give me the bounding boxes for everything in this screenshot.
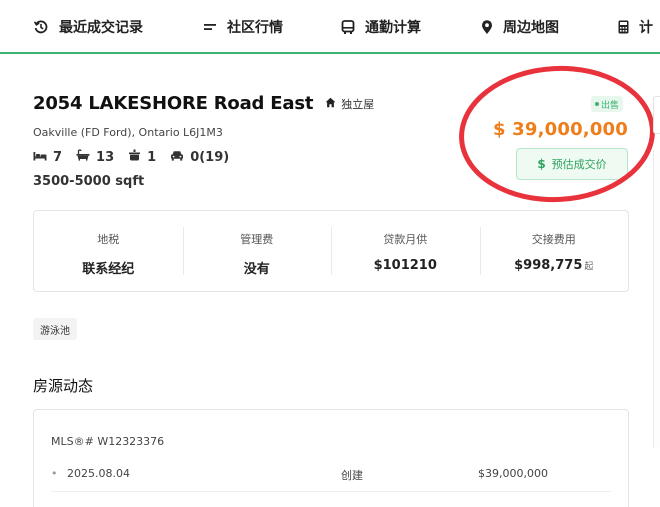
stat-value-suffix: 起 bbox=[584, 262, 594, 272]
stat-mortgage: 贷款月供 $101210 bbox=[331, 211, 480, 291]
stat-value-text: 没有 bbox=[243, 262, 270, 277]
side-panel-tab[interactable] bbox=[653, 96, 660, 134]
property-type-label: 独立屋 bbox=[341, 97, 375, 111]
bed-icon bbox=[33, 150, 47, 165]
nav-nearby-map[interactable]: 周边地图 bbox=[481, 17, 559, 37]
stat-value: 没有 bbox=[183, 258, 332, 277]
listing-history: MLS®# W12323376 • 2025.08.04 创建 $39,000,… bbox=[33, 409, 629, 507]
stat-label: 管理费 bbox=[240, 233, 274, 246]
bathrooms-count: 13 bbox=[96, 149, 115, 165]
nav-label: 周边地图 bbox=[503, 20, 559, 36]
listing-price: $ 39,000,000 bbox=[492, 119, 628, 140]
dollar-icon: $ bbox=[537, 157, 546, 171]
status-label: 出售 bbox=[601, 100, 620, 111]
kitchens: 1 bbox=[128, 149, 156, 165]
estimate-price-button[interactable]: $ 预估成交价 bbox=[516, 148, 628, 180]
history-section-title: 房源动态 bbox=[33, 377, 94, 395]
nav-calculator[interactable]: 计 bbox=[618, 17, 653, 37]
stat-maintenance-fee: 管理费 没有 bbox=[182, 211, 332, 291]
stat-label: 交接费用 bbox=[531, 233, 576, 246]
mls-number: MLS®# W12323376 bbox=[51, 435, 165, 448]
stat-value-text: $101210 bbox=[373, 258, 437, 273]
house-icon bbox=[325, 97, 336, 111]
parking-count: 0(19) bbox=[190, 149, 230, 165]
stat-value: $998,775 起 bbox=[480, 258, 629, 273]
bedrooms-count: 7 bbox=[53, 149, 63, 165]
nav-community-market[interactable]: 社区行情 bbox=[203, 17, 283, 37]
history-date: 2025.08.04 bbox=[67, 467, 130, 480]
kitchens-count: 1 bbox=[147, 149, 157, 165]
history-event: 创建 bbox=[341, 469, 363, 482]
bathtub-icon bbox=[76, 149, 90, 165]
list-icon bbox=[203, 20, 217, 34]
car-icon bbox=[170, 150, 184, 165]
listing-title: 2054 LAKESHORE Road East bbox=[33, 93, 314, 114]
estimate-price-label: 预估成交价 bbox=[551, 158, 607, 171]
listing-header: 2054 LAKESHORE Road East 独立屋 bbox=[33, 93, 374, 114]
history-icon bbox=[33, 19, 49, 35]
map-pin-icon bbox=[481, 19, 493, 35]
nav-recent-sales[interactable]: 最近成交记录 bbox=[33, 17, 143, 37]
history-bullet: • bbox=[51, 467, 58, 480]
stat-property-tax: 地税 联系经纪 bbox=[34, 211, 183, 291]
cost-summary: 地税 联系经纪 管理费 没有 贷款月供 $101210 交接费用 $998,77… bbox=[33, 210, 629, 292]
nav-commute[interactable]: 通勤计算 bbox=[341, 17, 421, 37]
side-panel bbox=[653, 150, 660, 448]
property-type: 独立屋 bbox=[325, 96, 374, 112]
bathrooms: 13 bbox=[76, 149, 114, 165]
nav-label: 社区行情 bbox=[227, 20, 283, 36]
calculator-icon bbox=[618, 20, 629, 34]
nav-label: 计 bbox=[639, 20, 653, 36]
history-divider bbox=[51, 491, 611, 492]
bus-icon bbox=[341, 19, 355, 35]
top-navigation: 最近成交记录 社区行情 通勤计算 周边地图 计 bbox=[0, 0, 660, 54]
feature-tag: 游泳池 bbox=[33, 318, 77, 340]
listing-sqft: 3500-5000 sqft bbox=[33, 174, 145, 189]
stat-value: 联系经纪 bbox=[34, 258, 183, 277]
listing-address: Oakville (FD Ford), Ontario L6J1M3 bbox=[33, 126, 223, 139]
kitchen-icon bbox=[128, 149, 141, 165]
stat-value-text: 联系经纪 bbox=[82, 262, 135, 277]
status-dot bbox=[595, 102, 599, 106]
listing-features: 7 13 1 0(19) bbox=[33, 149, 243, 165]
stat-label: 贷款月供 bbox=[383, 233, 428, 246]
nav-label: 最近成交记录 bbox=[59, 20, 143, 36]
stat-label: 地税 bbox=[97, 233, 120, 246]
stat-closing-costs: 交接费用 $998,775 起 bbox=[479, 211, 629, 291]
history-amount: $39,000,000 bbox=[478, 467, 548, 480]
bedrooms: 7 bbox=[33, 150, 62, 165]
nav-label: 通勤计算 bbox=[365, 20, 421, 36]
status-badge: 出售 bbox=[591, 96, 624, 112]
parking: 0(19) bbox=[170, 150, 229, 165]
stat-value-text: $998,775 bbox=[514, 258, 583, 273]
stat-value: $101210 bbox=[331, 258, 480, 273]
